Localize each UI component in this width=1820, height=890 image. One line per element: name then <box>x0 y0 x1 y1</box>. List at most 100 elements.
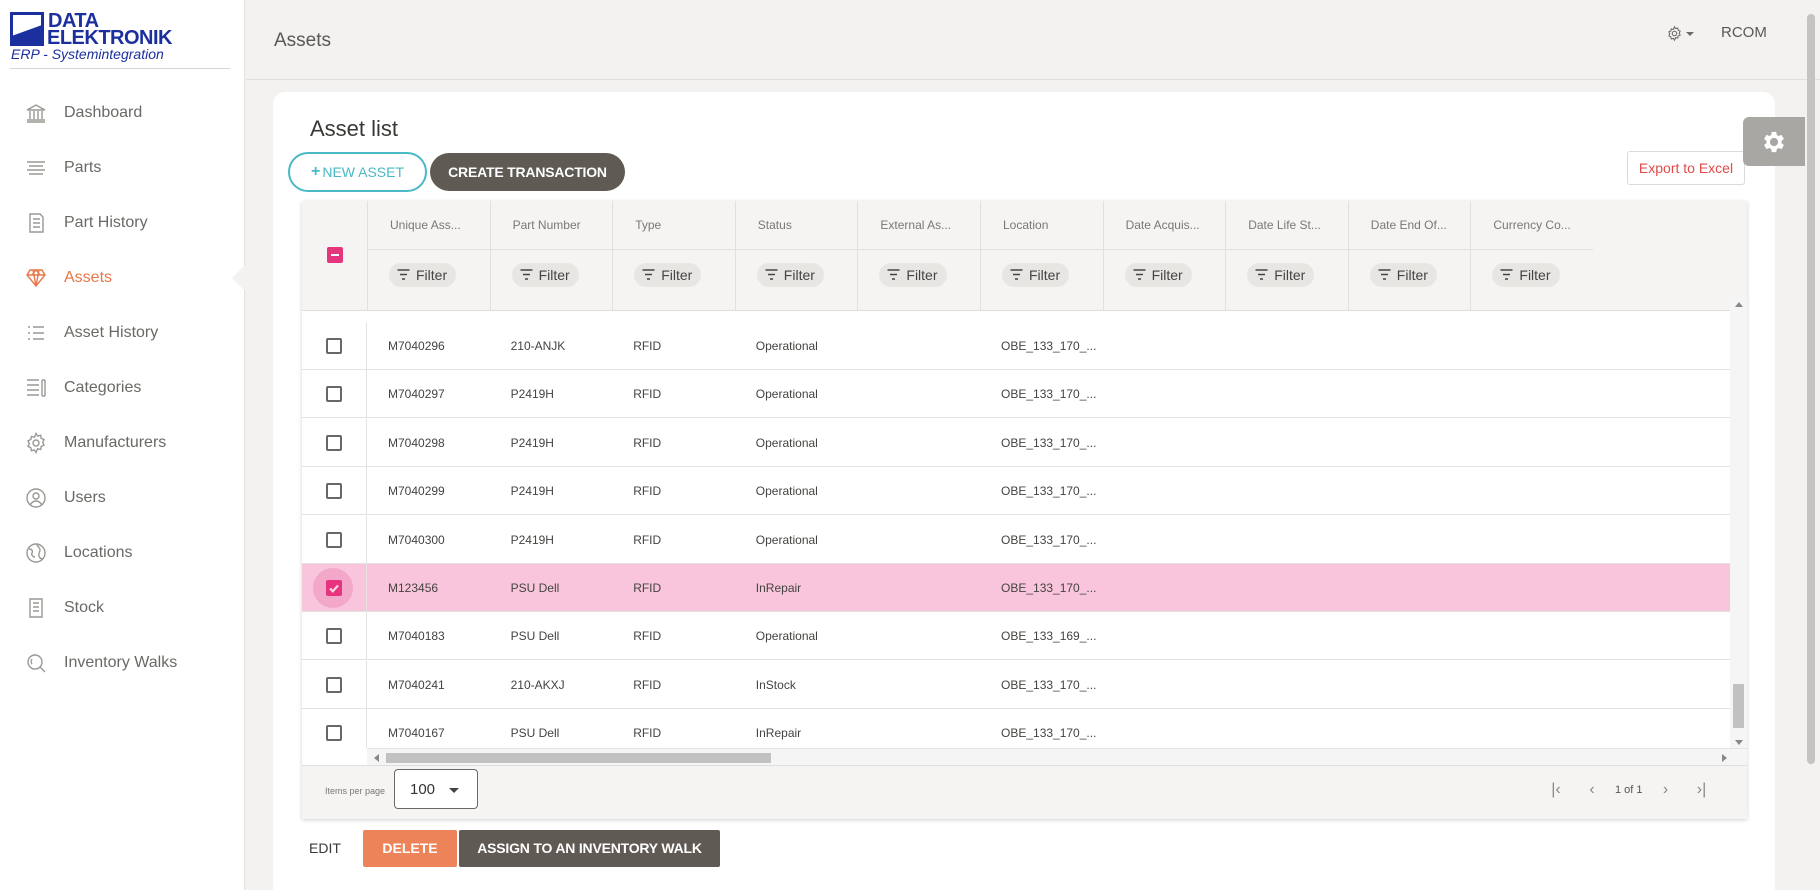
last-page-icon[interactable]: ›| <box>1684 780 1720 800</box>
sidebar-item-part-history[interactable]: Part History <box>0 195 245 250</box>
previous-page-icon[interactable]: ‹ <box>1574 780 1610 800</box>
grid-vertical-scrollbar[interactable] <box>1730 299 1747 748</box>
grid-settings-button[interactable] <box>1743 117 1805 166</box>
cell-part: PSU Dell <box>510 629 560 644</box>
filter-button[interactable]: Filter <box>389 263 457 287</box>
table-row[interactable]: M7040299 P2419H RFID Operational OBE_133_170… <box>302 467 1730 516</box>
cell-status: Operational <box>755 629 818 644</box>
company-logo[interactable]: DATA ELEKTRONIK ERP - Systemintegration <box>10 11 230 64</box>
sidebar-item-locations[interactable]: Locations <box>0 525 245 580</box>
cell-location: OBE_133_170_... <box>1001 532 1097 547</box>
row-checkbox[interactable] <box>326 676 342 693</box>
row-checkbox[interactable] <box>326 483 342 500</box>
column-header[interactable]: Status Filter <box>734 201 858 311</box>
table-row[interactable]: M7040167 PSU Dell RFID InRepair OBE_133_170_… <box>302 709 1730 748</box>
chevron-down-icon <box>449 788 459 793</box>
new-asset-button[interactable]: + NEW ASSET <box>288 152 427 192</box>
filter-button[interactable]: Filter <box>756 263 824 287</box>
page-scrollbar[interactable] <box>1807 14 1815 764</box>
delete-button[interactable]: DELETE <box>363 829 457 867</box>
grid-horizontal-scrollbar[interactable] <box>367 748 1747 765</box>
row-checkbox[interactable] <box>326 434 342 451</box>
sidebar-item-inventory-walks[interactable]: Inventory Walks <box>0 635 245 690</box>
column-header[interactable]: Unique Ass... Filter <box>367 201 490 311</box>
row-checkbox[interactable] <box>326 725 342 742</box>
row-checkbox[interactable] <box>326 531 342 548</box>
filter-button[interactable]: Filter <box>511 263 579 287</box>
first-page-icon[interactable]: |‹ <box>1538 780 1574 800</box>
column-header[interactable]: Date Life St... Filter <box>1225 201 1348 311</box>
filter-button[interactable]: Filter <box>1369 263 1437 287</box>
bank-icon <box>24 101 48 125</box>
cell-type: RFID <box>633 387 662 402</box>
export-excel-button[interactable]: Export to Excel <box>1627 151 1745 185</box>
scroll-right-icon[interactable] <box>1722 754 1727 762</box>
column-header[interactable]: Date End Of... Filter <box>1347 201 1471 311</box>
filter-label: Filter <box>538 267 570 283</box>
row-checkbox[interactable] <box>326 628 342 645</box>
cell-part: PSU Dell <box>510 581 560 595</box>
select-all-checkbox[interactable] <box>327 247 343 263</box>
filter-button[interactable]: Filter <box>1124 263 1192 287</box>
row-checkbox[interactable] <box>326 338 342 354</box>
logo-tagline: ERP - Systemintegration <box>11 46 164 62</box>
create-transaction-button[interactable]: CREATE TRANSACTION <box>430 153 625 191</box>
column-header[interactable]: Currency Co... Filter <box>1470 201 1593 311</box>
scroll-down-icon[interactable] <box>1735 740 1743 745</box>
scroll-up-icon[interactable] <box>1735 302 1743 307</box>
next-page-icon[interactable]: › <box>1648 780 1684 800</box>
new-asset-label: NEW ASSET <box>322 164 405 180</box>
filter-button[interactable]: Filter <box>879 263 947 287</box>
sidebar-item-stock[interactable]: Stock <box>0 580 245 635</box>
row-checkbox[interactable] <box>326 386 342 403</box>
filter-icon <box>1255 267 1268 283</box>
scroll-thumb[interactable] <box>1733 684 1744 728</box>
edit-button[interactable]: EDIT <box>309 829 349 867</box>
column-header[interactable]: Type Filter <box>612 201 735 311</box>
scroll-thumb[interactable] <box>386 753 771 763</box>
filter-button[interactable]: Filter <box>1247 263 1315 287</box>
items-per-page-value: 100 <box>410 780 436 798</box>
grid-header: Unique Ass... Filter Part Number Filter Type… <box>302 201 1747 311</box>
sidebar-item-label: Categories <box>64 378 142 396</box>
page-info: 1 of 1 <box>1615 784 1643 796</box>
cell-status: Operational <box>755 532 818 547</box>
sidebar-item-parts[interactable]: Parts <box>0 140 245 195</box>
filter-button[interactable]: Filter <box>1002 263 1070 287</box>
table-row[interactable]: M123456 PSU Dell RFID InRepair OBE_133_170_.… <box>302 564 1730 612</box>
column-header[interactable]: Date Acquis... Filter <box>1102 201 1226 311</box>
cell-type: RFID <box>633 581 662 595</box>
column-header[interactable]: External As... Filter <box>857 201 980 311</box>
header-divider <box>1471 249 1593 250</box>
table-row[interactable]: M7040300 P2419H RFID Operational OBE_133_170… <box>302 515 1730 564</box>
items-per-page-select[interactable]: 100 <box>394 769 478 809</box>
header-divider <box>613 249 735 250</box>
sidebar-item-dashboard[interactable]: Dashboard <box>0 85 245 140</box>
column-header[interactable]: Location Filter <box>980 201 1103 311</box>
table-row[interactable]: M7040297 P2419H RFID Operational OBE_133_170… <box>302 370 1730 419</box>
assign-inventory-walk-button[interactable]: ASSIGN TO AN INVENTORY WALK <box>459 829 720 867</box>
filter-button[interactable]: Filter <box>1492 263 1560 287</box>
table-row[interactable]: M7040183 PSU Dell RFID Operational OBE_133_1… <box>302 612 1730 661</box>
cell-part: 210-AKXJ <box>510 677 565 692</box>
table-row[interactable]: M7040298 P2419H RFID Operational OBE_133_170… <box>302 418 1730 467</box>
settings-menu-button[interactable] <box>1666 25 1694 42</box>
table-row[interactable]: M7040241 210-AKXJ RFID InStock OBE_133_170_.… <box>302 660 1730 709</box>
sidebar-item-users[interactable]: Users <box>0 470 245 525</box>
user-menu[interactable]: RCOM <box>1721 24 1767 41</box>
cell-id: M7040183 <box>388 629 445 644</box>
filter-button[interactable]: Filter <box>634 263 702 287</box>
row-checkbox-cell <box>302 612 367 661</box>
sidebar-item-assets[interactable]: Assets <box>0 250 246 305</box>
sidebar-item-categories[interactable]: Categories <box>0 360 245 415</box>
scroll-left-icon[interactable] <box>374 754 379 762</box>
sidebar-item-asset-history[interactable]: Asset History <box>0 305 245 360</box>
filter-icon <box>1378 267 1391 283</box>
column-header[interactable]: Part Number Filter <box>489 201 613 311</box>
sidebar-item-manufacturers[interactable]: Manufacturers <box>0 415 245 470</box>
table-row[interactable]: M7040296 210-ANJK RFID Operational OBE_133_1… <box>302 322 1730 370</box>
sidebar-item-label: Manufacturers <box>64 433 167 451</box>
filter-label: Filter <box>783 267 815 283</box>
filter-label: Filter <box>906 267 938 283</box>
sidebar-item-label: Asset History <box>64 323 159 341</box>
